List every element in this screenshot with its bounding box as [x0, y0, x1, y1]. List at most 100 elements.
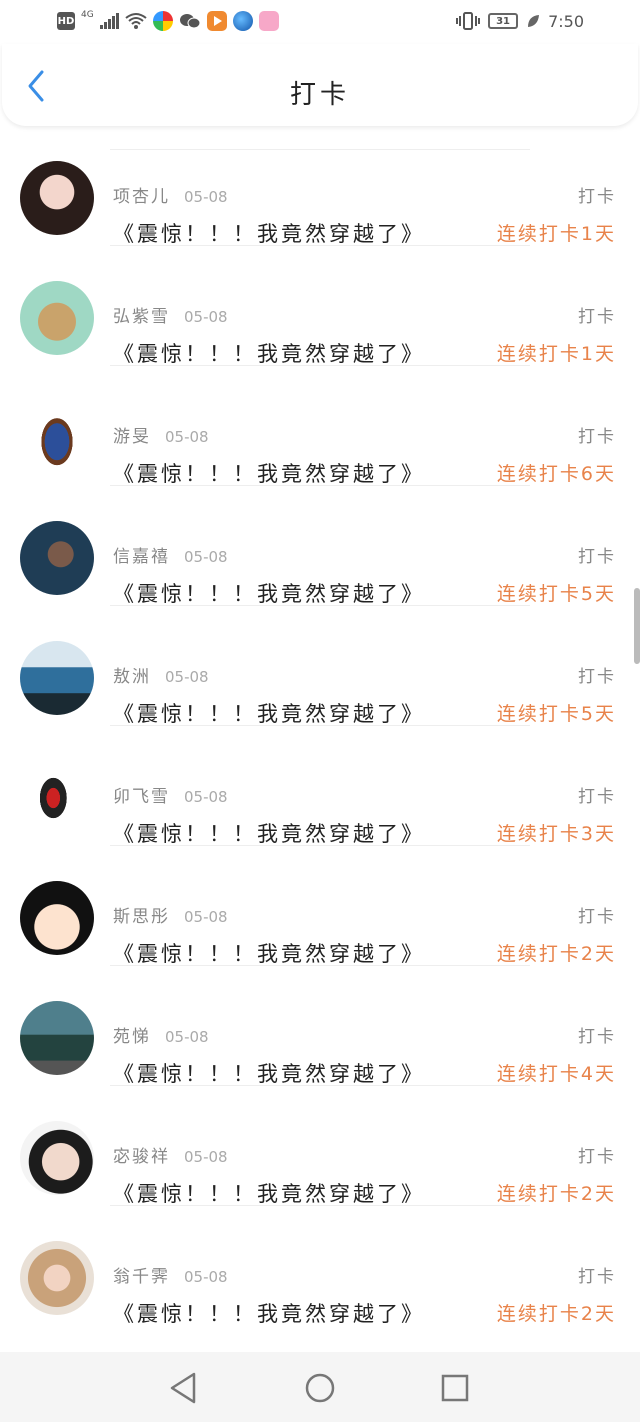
user-name-line: 弘紫雪 05-08 — [113, 302, 228, 327]
checkin-date: 05-08 — [165, 668, 209, 686]
square-recents-icon — [441, 1374, 469, 1402]
user-name: 游旻 — [113, 427, 151, 447]
list-item[interactable]: 弘紫雪 05-08 《震惊！！！我竟然穿越了》 打卡 连续打卡1天 — [0, 246, 640, 366]
user-name-line: 宓骏祥 05-08 — [113, 1142, 228, 1167]
user-name: 信嘉禧 — [113, 547, 170, 567]
list-item[interactable]: 信嘉禧 05-08 《震惊！！！我竟然穿越了》 打卡 连续打卡5天 — [0, 486, 640, 606]
user-name-line: 项杏儿 05-08 — [113, 182, 228, 207]
triangle-back-icon — [170, 1372, 196, 1404]
book-title: 《震惊！！！我竟然穿越了》 — [113, 342, 425, 366]
list-item[interactable]: 游旻 05-08 《震惊！！！我竟然穿越了》 打卡 连续打卡6天 — [0, 366, 640, 486]
checkin-date: 05-08 — [184, 548, 228, 566]
book-title: 《震惊！！！我竟然穿越了》 — [113, 1062, 425, 1086]
wechat-icon — [179, 14, 201, 29]
circle-home-icon — [305, 1373, 335, 1403]
user-name-line: 斯思彤 05-08 — [113, 902, 228, 927]
checkin-label: 打卡 — [578, 427, 616, 447]
avatar[interactable] — [20, 641, 94, 715]
system-nav-bar — [0, 1352, 640, 1422]
checkin-date: 05-08 — [165, 428, 209, 446]
nav-header: 打卡 — [2, 44, 638, 126]
streak-label: 连续打卡2天 — [496, 1303, 616, 1325]
status-icons-left: HD 4G — [57, 10, 279, 31]
checkin-label: 打卡 — [578, 547, 616, 567]
avatar[interactable] — [20, 521, 94, 595]
list-item[interactable]: 项杏儿 05-08 《震惊！！！我竟然穿越了》 打卡 连续打卡1天 — [0, 126, 640, 246]
colorful-app-icon — [152, 11, 173, 31]
checkin-date: 05-08 — [184, 308, 228, 326]
video-app-icon — [206, 11, 227, 31]
list-item[interactable]: 翁千霁 05-08 《震惊！！！我竟然穿越了》 打卡 连续打卡2天 — [0, 1206, 640, 1326]
checkin-date: 05-08 — [184, 188, 228, 206]
list-item[interactable]: 宓骏祥 05-08 《震惊！！！我竟然穿越了》 打卡 连续打卡2天 — [0, 1086, 640, 1206]
back-nav-button[interactable] — [164, 1368, 204, 1408]
checkin-label: 打卡 — [578, 1267, 616, 1287]
streak-label: 连续打卡3天 — [496, 823, 616, 845]
book-title: 《震惊！！！我竟然穿越了》 — [113, 1182, 425, 1206]
checkin-label: 打卡 — [578, 1027, 616, 1047]
list-item[interactable]: 敖洲 05-08 《震惊！！！我竟然穿越了》 打卡 连续打卡5天 — [0, 606, 640, 726]
checkin-label: 打卡 — [578, 787, 616, 807]
streak-label: 连续打卡6天 — [496, 463, 616, 485]
avatar[interactable] — [20, 401, 94, 475]
user-name-line: 游旻 05-08 — [113, 422, 209, 447]
avatar[interactable] — [20, 281, 94, 355]
checkin-label: 打卡 — [578, 667, 616, 687]
streak-label: 连续打卡4天 — [496, 1063, 616, 1085]
user-name-line: 敖洲 05-08 — [113, 662, 209, 687]
streak-label: 连续打卡2天 — [496, 1183, 616, 1205]
checkin-date: 05-08 — [184, 1148, 228, 1166]
book-title: 《震惊！！！我竟然穿越了》 — [113, 582, 425, 606]
streak-label: 连续打卡5天 — [496, 583, 616, 605]
user-name: 斯思彤 — [113, 907, 170, 927]
user-name: 苑悌 — [113, 1027, 151, 1047]
book-title: 《震惊！！！我竟然穿越了》 — [113, 222, 425, 246]
network-type: 4G — [81, 10, 94, 20]
checkin-date: 05-08 — [184, 1268, 228, 1286]
user-name-line: 翁千霁 05-08 — [113, 1262, 228, 1287]
checkin-date: 05-08 — [184, 908, 228, 926]
checkin-date: 05-08 — [165, 1028, 209, 1046]
book-title: 《震惊！！！我竟然穿越了》 — [113, 1302, 425, 1326]
user-name-line: 苑悌 05-08 — [113, 1022, 209, 1047]
status-icons-right: 31 7:50 — [456, 11, 584, 31]
browser-app-icon — [232, 11, 253, 31]
avatar[interactable] — [20, 761, 94, 835]
clock: 7:50 — [548, 11, 584, 31]
checkin-list: 项杏儿 05-08 《震惊！！！我竟然穿越了》 打卡 连续打卡1天 弘紫雪 05-0… — [0, 150, 640, 1326]
checkin-label: 打卡 — [578, 187, 616, 207]
signal-icon — [99, 13, 119, 29]
home-nav-button[interactable] — [300, 1368, 340, 1408]
book-title: 《震惊！！！我竟然穿越了》 — [113, 462, 425, 486]
checkin-label: 打卡 — [578, 1147, 616, 1167]
streak-label: 连续打卡1天 — [496, 223, 616, 245]
checkin-label: 打卡 — [578, 307, 616, 327]
list-item[interactable]: 卯飞雪 05-08 《震惊！！！我竟然穿越了》 打卡 连续打卡3天 — [0, 726, 640, 846]
page-title: 打卡 — [289, 80, 350, 110]
avatar[interactable] — [20, 881, 94, 955]
leaf-icon — [528, 15, 540, 27]
user-name: 弘紫雪 — [113, 307, 170, 327]
scrollbar[interactable] — [634, 588, 640, 664]
user-name: 翁千霁 — [113, 1267, 170, 1287]
user-name: 宓骏祥 — [113, 1147, 170, 1167]
avatar[interactable] — [20, 161, 94, 235]
avatar[interactable] — [20, 1241, 94, 1315]
book-title: 《震惊！！！我竟然穿越了》 — [113, 822, 425, 846]
avatar[interactable] — [20, 1001, 94, 1075]
wifi-icon — [125, 13, 147, 29]
user-name-line: 信嘉禧 05-08 — [113, 542, 228, 567]
vibrate-icon — [456, 12, 481, 30]
book-title: 《震惊！！！我竟然穿越了》 — [113, 702, 425, 726]
streak-label: 连续打卡2天 — [496, 943, 616, 965]
list-item[interactable]: 斯思彤 05-08 《震惊！！！我竟然穿越了》 打卡 连续打卡2天 — [0, 846, 640, 966]
battery-icon: 31 — [488, 13, 519, 29]
list-item[interactable]: 苑悌 05-08 《震惊！！！我竟然穿越了》 打卡 连续打卡4天 — [0, 966, 640, 1086]
avatar[interactable] — [20, 1121, 94, 1195]
book-title: 《震惊！！！我竟然穿越了》 — [113, 942, 425, 966]
recents-nav-button[interactable] — [435, 1368, 475, 1408]
pink-app-icon — [258, 11, 279, 31]
status-bar: HD 4G 31 7:50 — [0, 0, 640, 44]
user-name: 项杏儿 — [113, 187, 170, 207]
user-name-line: 卯飞雪 05-08 — [113, 782, 228, 807]
